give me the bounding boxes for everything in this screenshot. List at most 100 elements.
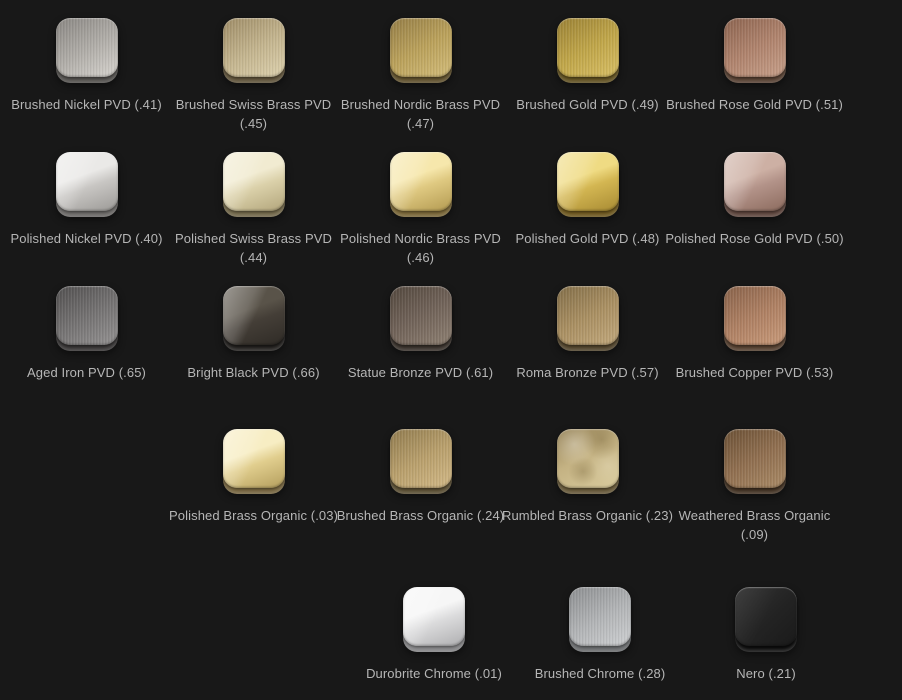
finish-label: Polished Swiss Brass PVD(.44) bbox=[175, 229, 332, 267]
swatch-face bbox=[390, 18, 452, 77]
finish-label: Brushed Copper PVD (.53) bbox=[676, 363, 834, 382]
finish-row-3: Aged Iron PVD (.65) Bright Black PVD (.66… bbox=[3, 286, 838, 382]
finish-row-4: Polished Brass Organic (.03)Brushed Bras… bbox=[170, 429, 838, 544]
finish-label-line: (.45) bbox=[176, 114, 331, 133]
finish-row-5: Durobrite Chrome (.01) Brushed Chrome (.2… bbox=[351, 587, 849, 683]
finish-option-brushed-swiss-brass-pvd-45[interactable]: Brushed Swiss Brass PVD(.45) bbox=[170, 18, 337, 133]
finish-label-line: Durobrite Chrome (.01) bbox=[366, 664, 502, 683]
finish-swatch-tile[interactable] bbox=[56, 152, 118, 217]
finish-label-line: Polished Brass Organic (.03) bbox=[169, 506, 338, 525]
swatch-face bbox=[735, 587, 797, 646]
swatch-face bbox=[569, 587, 631, 646]
finish-label-line: Roma Bronze PVD (.57) bbox=[516, 363, 658, 382]
finish-label: Bright Black PVD (.66) bbox=[187, 363, 319, 382]
swatch-face bbox=[223, 286, 285, 345]
finish-label-line: Brushed Brass Organic (.24) bbox=[337, 506, 504, 525]
swatch-face bbox=[223, 18, 285, 77]
finish-label: Polished Gold PVD (.48) bbox=[516, 229, 660, 248]
finish-option-rumbled-brass-organic-23[interactable]: Rumbled Brass Organic (.23) bbox=[504, 429, 671, 544]
swatch-face bbox=[390, 429, 452, 488]
finish-label-line: Bright Black PVD (.66) bbox=[187, 363, 319, 382]
finish-label: Brushed Gold PVD (.49) bbox=[516, 95, 658, 114]
finish-label-line: Polished Nickel PVD (.40) bbox=[10, 229, 162, 248]
finish-label-line: (.44) bbox=[175, 248, 332, 267]
finish-label-line: Polished Gold PVD (.48) bbox=[516, 229, 660, 248]
finish-label-line: Polished Nordic Brass PVD bbox=[340, 229, 501, 248]
finish-option-durobrite-chrome-01[interactable]: Durobrite Chrome (.01) bbox=[351, 587, 517, 683]
finish-swatch-tile[interactable] bbox=[56, 18, 118, 83]
finish-option-brushed-brass-organic-24[interactable]: Brushed Brass Organic (.24) bbox=[337, 429, 504, 544]
finish-label: Statue Bronze PVD (.61) bbox=[348, 363, 493, 382]
finish-swatch-tile[interactable] bbox=[56, 286, 118, 351]
finish-swatch-tile[interactable] bbox=[557, 18, 619, 83]
finish-swatch-tile[interactable] bbox=[390, 152, 452, 217]
finish-label: Brushed Chrome (.28) bbox=[535, 664, 666, 683]
finish-label-line: Brushed Copper PVD (.53) bbox=[676, 363, 834, 382]
finish-option-brushed-chrome-28[interactable]: Brushed Chrome (.28) bbox=[517, 587, 683, 683]
finish-option-brushed-copper-pvd-53[interactable]: Brushed Copper PVD (.53) bbox=[671, 286, 838, 382]
finish-label-line: Weathered Brass Organic bbox=[679, 506, 831, 525]
swatch-face bbox=[223, 429, 285, 488]
finish-swatch-tile[interactable] bbox=[724, 152, 786, 217]
finish-label: Brushed Swiss Brass PVD(.45) bbox=[176, 95, 331, 133]
swatch-face bbox=[223, 152, 285, 211]
finish-option-nero-21[interactable]: Nero (.21) bbox=[683, 587, 849, 683]
finish-label-line: Nero (.21) bbox=[736, 664, 796, 683]
finish-option-brushed-nickel-pvd-41[interactable]: Brushed Nickel PVD (.41) bbox=[3, 18, 170, 133]
finish-label: Roma Bronze PVD (.57) bbox=[516, 363, 658, 382]
finish-option-bright-black-pvd-66[interactable]: Bright Black PVD (.66) bbox=[170, 286, 337, 382]
finish-label: Brushed Nordic Brass PVD(.47) bbox=[341, 95, 500, 133]
finish-option-polished-rose-gold-pvd-50[interactable]: Polished Rose Gold PVD (.50) bbox=[671, 152, 838, 267]
finish-label: Polished Nickel PVD (.40) bbox=[10, 229, 162, 248]
finish-label-line: Polished Swiss Brass PVD bbox=[175, 229, 332, 248]
finish-swatch-tile[interactable] bbox=[724, 286, 786, 351]
finish-label: Rumbled Brass Organic (.23) bbox=[502, 506, 673, 525]
finish-swatch-tile[interactable] bbox=[724, 429, 786, 494]
finish-swatch-tile[interactable] bbox=[223, 18, 285, 83]
finish-option-weathered-brass-organic-09[interactable]: Weathered Brass Organic(.09) bbox=[671, 429, 838, 544]
finish-label-line: Brushed Rose Gold PVD (.51) bbox=[666, 95, 843, 114]
finish-swatch-tile[interactable] bbox=[390, 286, 452, 351]
swatch-face bbox=[557, 152, 619, 211]
finish-label-line: (.47) bbox=[341, 114, 500, 133]
finish-swatch-tile[interactable] bbox=[557, 429, 619, 494]
swatch-face bbox=[56, 286, 118, 345]
finish-swatch-tile[interactable] bbox=[223, 152, 285, 217]
finish-label: Polished Nordic Brass PVD(.46) bbox=[340, 229, 501, 267]
finish-swatch-tile[interactable] bbox=[390, 429, 452, 494]
finish-option-brushed-nordic-brass-pvd-47[interactable]: Brushed Nordic Brass PVD(.47) bbox=[337, 18, 504, 133]
finish-label: Weathered Brass Organic(.09) bbox=[679, 506, 831, 544]
swatch-face bbox=[403, 587, 465, 646]
finish-option-polished-swiss-brass-pvd-44[interactable]: Polished Swiss Brass PVD(.44) bbox=[170, 152, 337, 267]
finish-swatch-tile[interactable] bbox=[557, 152, 619, 217]
finish-label-line: Statue Bronze PVD (.61) bbox=[348, 363, 493, 382]
finish-label: Polished Rose Gold PVD (.50) bbox=[665, 229, 843, 248]
finish-option-polished-brass-organic-03[interactable]: Polished Brass Organic (.03) bbox=[170, 429, 337, 544]
finish-option-brushed-gold-pvd-49[interactable]: Brushed Gold PVD (.49) bbox=[504, 18, 671, 133]
finish-swatch-tile[interactable] bbox=[223, 429, 285, 494]
finish-label: Aged Iron PVD (.65) bbox=[27, 363, 146, 382]
finish-swatch-tile[interactable] bbox=[403, 587, 465, 652]
swatch-face bbox=[724, 286, 786, 345]
finish-option-polished-nordic-brass-pvd-46[interactable]: Polished Nordic Brass PVD(.46) bbox=[337, 152, 504, 267]
finish-grid: Brushed Nickel PVD (.41) Brushed Swiss Br… bbox=[0, 0, 902, 700]
finish-swatch-tile[interactable] bbox=[724, 18, 786, 83]
finish-option-polished-gold-pvd-48[interactable]: Polished Gold PVD (.48) bbox=[504, 152, 671, 267]
finish-option-roma-bronze-pvd-57[interactable]: Roma Bronze PVD (.57) bbox=[504, 286, 671, 382]
finish-option-statue-bronze-pvd-61[interactable]: Statue Bronze PVD (.61) bbox=[337, 286, 504, 382]
finish-option-aged-iron-pvd-65[interactable]: Aged Iron PVD (.65) bbox=[3, 286, 170, 382]
finish-label-line: Brushed Nickel PVD (.41) bbox=[11, 95, 162, 114]
swatch-face bbox=[557, 286, 619, 345]
finish-swatch-tile[interactable] bbox=[223, 286, 285, 351]
finish-swatch-tile[interactable] bbox=[557, 286, 619, 351]
finish-option-brushed-rose-gold-pvd-51[interactable]: Brushed Rose Gold PVD (.51) bbox=[671, 18, 838, 133]
finish-swatch-tile[interactable] bbox=[569, 587, 631, 652]
finish-swatch-tile[interactable] bbox=[390, 18, 452, 83]
finish-label: Nero (.21) bbox=[736, 664, 796, 683]
finish-row-2: Polished Nickel PVD (.40) Polished Swiss … bbox=[3, 152, 838, 267]
finish-label-line: (.46) bbox=[340, 248, 501, 267]
finish-option-polished-nickel-pvd-40[interactable]: Polished Nickel PVD (.40) bbox=[3, 152, 170, 267]
finish-swatch-tile[interactable] bbox=[735, 587, 797, 652]
finish-label-line: Brushed Chrome (.28) bbox=[535, 664, 666, 683]
swatch-face bbox=[56, 18, 118, 77]
